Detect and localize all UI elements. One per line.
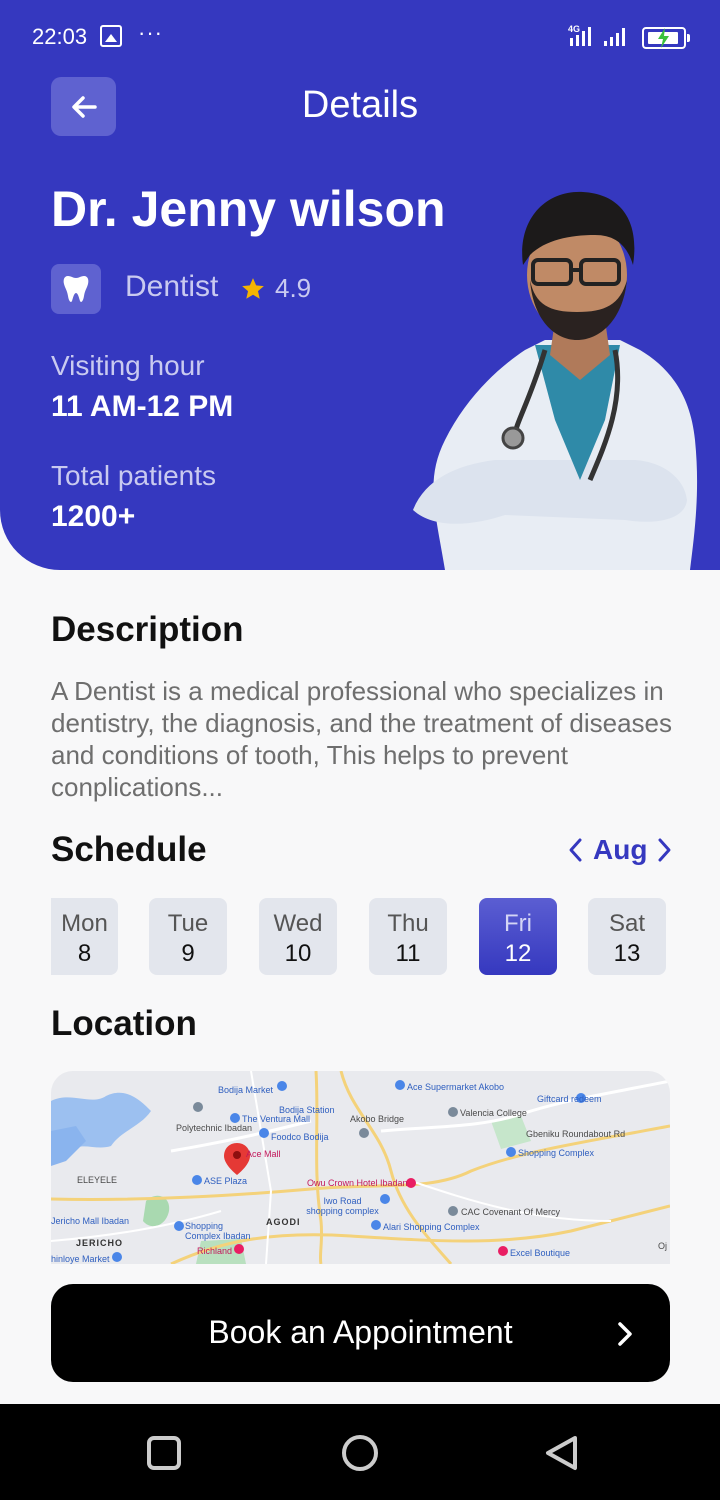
tooth-icon [63,276,89,302]
day-number: 10 [284,940,312,967]
system-navigation-bar [0,1404,720,1500]
day-thu[interactable]: Thu 11 [369,898,447,975]
day-fri-selected[interactable]: Fri 12 [479,898,557,975]
map-label: Jericho Mall Ibadan [51,1216,130,1226]
rating-value: 4.9 [275,273,312,303]
day-number: 12 [504,940,532,967]
schedule-title: Schedule [51,830,207,869]
chevron-right-icon [618,1322,632,1346]
book-appointment-button[interactable]: Book an Appointment [51,1284,670,1382]
day-number: 8 [77,940,92,967]
month-navigator: Aug [565,834,675,866]
map-label: Foodco Bodija [271,1132,329,1142]
map-label: Akobo Bridge [350,1114,405,1124]
image-notification-icon [100,25,122,47]
map-label: JERICHO [76,1238,124,1248]
day-sat[interactable]: Sat 13 [588,898,666,975]
map-label: hinloye Market [51,1254,110,1264]
month-label: Aug [593,834,648,865]
day-name: Thu [387,910,429,937]
map-label: ASE Plaza [204,1176,248,1186]
visiting-hour-label: Visiting hour [51,350,205,381]
doctor-name: Dr. Jenny wilson [51,181,446,237]
total-patients-value: 1200+ [51,500,136,533]
chevron-right-icon [658,838,671,862]
map-pin-icon [224,1143,250,1175]
specialty-badge [51,264,101,314]
map-label: Giftcard redeem [537,1094,602,1104]
map-label: Ace Supermarket Akobo [407,1082,505,1092]
map-label: CAC Covenant Of Mercy [461,1207,561,1217]
map-label: Valencia College [460,1108,527,1118]
map-label: ELEYELE [77,1175,118,1185]
description-title: Description [51,610,244,649]
day-number: 9 [181,940,195,967]
charging-icon [658,28,669,48]
description-text: A Dentist is a medical professional who … [51,676,672,802]
signal-icon: 4G [568,24,625,46]
map-label: Oj [658,1241,667,1251]
specialty-label: Dentist [125,270,219,303]
home-button[interactable] [342,1435,378,1471]
map-label: Richland [197,1246,233,1256]
map-label: Gbeniku Roundabout Rd [526,1129,626,1139]
map-label: Alari Shopping Complex [383,1222,480,1232]
day-number: 11 [395,940,421,967]
day-tue[interactable]: Tue 9 [149,898,227,975]
day-wed[interactable]: Wed 10 [259,898,337,975]
next-month-button[interactable] [653,835,675,865]
page-title: Details [301,84,419,126]
location-map[interactable]: Bodija Market Ace Supermarket Akobo Gift… [51,1071,670,1264]
map-label: Ace Mall [246,1149,281,1159]
day-name: Tue [167,910,209,937]
map-label: Shopping Complex [518,1148,595,1158]
map-label: Iwo Road shopping complex [306,1196,379,1216]
map-label: Polytechnic Ibadan [176,1123,253,1133]
day-name: Wed [273,910,323,937]
map-label: AGODI [266,1217,301,1227]
map-label: Bodija Market [218,1085,274,1095]
day-number: 13 [613,940,641,967]
visiting-hour-value: 11 AM-12 PM [51,390,234,423]
star-icon [242,278,264,299]
prev-month-button[interactable] [565,835,587,865]
status-time: 22:03 [32,24,88,49]
recent-apps-button[interactable] [147,1436,181,1470]
status-bar: 22:03 ··· 4G [0,0,720,72]
doctor-hero: 22:03 ··· 4G Details Dr. Jenny wilson De… [0,0,720,570]
map-label: Owu Crown Hotel Ibadan [307,1178,408,1188]
more-notifications-icon: ··· [138,20,163,45]
map-label: Excel Boutique [510,1248,571,1258]
map-label: The Ventura Mall [242,1114,311,1124]
network-type-label: 4G [568,24,580,34]
system-back-button[interactable] [543,1434,579,1472]
day-name: Sat [608,910,646,937]
map-label: Shopping Complex Ibadan [185,1221,251,1241]
day-mon[interactable]: Mon 8 [51,898,118,975]
doctor-photo [413,191,698,570]
day-name: Mon [61,910,108,937]
total-patients-label: Total patients [51,460,216,491]
book-appointment-label: Book an Appointment [208,1314,513,1350]
day-name: Fri [504,910,532,937]
location-title: Location [51,1004,197,1043]
chevron-left-icon [569,838,582,862]
